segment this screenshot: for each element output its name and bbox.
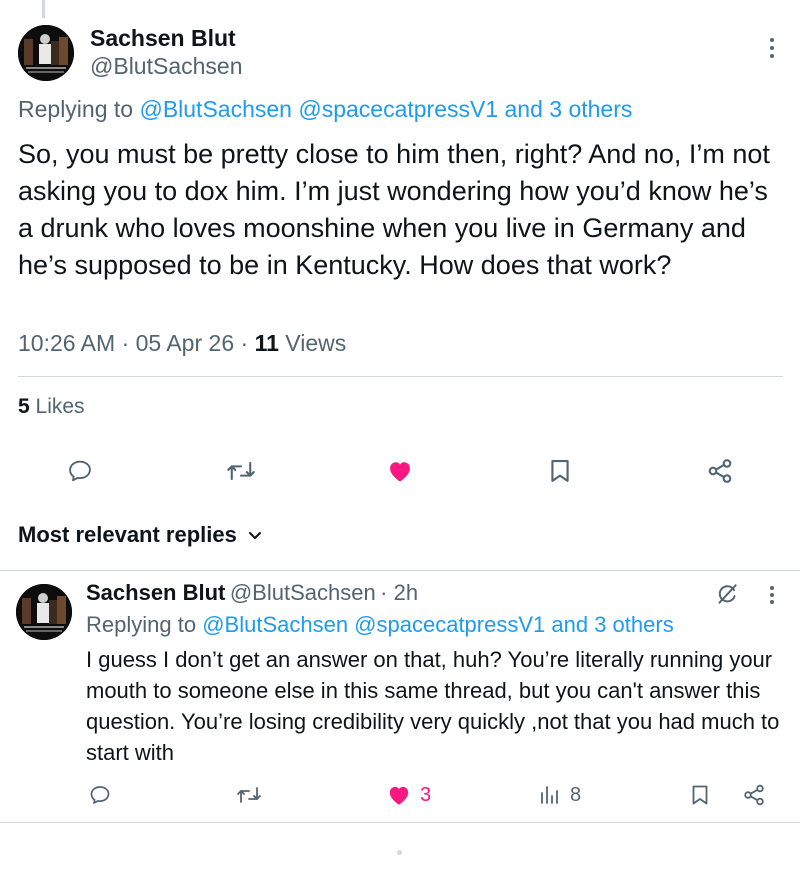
more-icon[interactable] — [762, 36, 782, 60]
author-handle[interactable]: @BlutSachsen — [90, 53, 243, 80]
replying-to-label: Replying to — [18, 96, 134, 122]
avatar[interactable] — [18, 25, 74, 81]
tweet-time[interactable]: 10:26 AM — [18, 330, 115, 356]
replies-sort-dropdown[interactable]: Most relevant replies — [18, 522, 263, 548]
replies-sort-label: Most relevant replies — [18, 522, 237, 547]
reply-header: Sachsen Blut @BlutSachsen · 2h — [86, 580, 418, 606]
reply-icon — [90, 786, 110, 804]
views-count: 11 — [254, 330, 279, 356]
reply-like-button[interactable]: 3 — [386, 782, 431, 808]
reply-reply-button[interactable] — [88, 783, 112, 807]
retweet-icon — [237, 787, 261, 803]
bookmark-button[interactable] — [546, 457, 574, 485]
reply-bookmark-button[interactable] — [688, 783, 712, 807]
share-icon — [708, 459, 732, 483]
reply-replying-to-mentions[interactable]: @BlutSachsen @spacecatpressV1 and 3 othe… — [202, 612, 674, 637]
chevron-down-icon — [248, 532, 261, 539]
reply-views-button[interactable]: 8 — [538, 783, 581, 807]
thread-connector-line — [42, 0, 45, 18]
reply-like-count: 3 — [420, 783, 432, 806]
views-label: Views — [285, 330, 347, 356]
reply-author-handle[interactable]: @BlutSachsen — [230, 580, 376, 605]
divider — [0, 570, 800, 571]
reply-text: I guess I don’t get an answer on that, h… — [86, 647, 780, 765]
retweet-button[interactable] — [226, 457, 256, 485]
heart-icon — [389, 786, 409, 805]
divider — [0, 822, 800, 823]
likes-label: Likes — [35, 395, 85, 418]
reply-replying-to-label: Replying to — [86, 612, 197, 637]
loading-indicator — [397, 850, 402, 855]
replying-to: Replying to @BlutSachsen @spacecatpressV… — [18, 96, 632, 123]
views-icon — [541, 786, 558, 804]
grok-button[interactable] — [714, 581, 740, 607]
reply-view-count: 8 — [570, 783, 582, 806]
likes-count: 5 — [18, 395, 30, 418]
share-icon — [744, 784, 764, 806]
replying-to-mentions[interactable]: @BlutSachsen @spacecatpressV1 and 3 othe… — [139, 96, 632, 122]
reply-replying-to: Replying to @BlutSachsen @spacecatpressV… — [86, 612, 674, 638]
reply-icon — [69, 460, 91, 482]
reply-share-button[interactable] — [742, 783, 766, 807]
heart-icon — [390, 462, 410, 482]
reply-retweet-button[interactable] — [236, 783, 262, 807]
grok-icon — [718, 584, 737, 604]
avatar-image — [16, 584, 72, 640]
reply-avatar[interactable] — [16, 584, 72, 640]
like-button[interactable] — [386, 457, 414, 485]
avatar-image — [18, 25, 74, 81]
tweet-meta: 10:26 AM · 05 Apr 26 · 11 Views — [18, 330, 347, 356]
bookmark-icon — [692, 785, 708, 805]
reply-more-icon[interactable] — [762, 584, 782, 608]
share-button[interactable] — [706, 457, 734, 485]
tweet-date[interactable]: 05 Apr 26 — [136, 330, 234, 356]
reply-button[interactable] — [66, 457, 94, 485]
reply-age[interactable]: · 2h — [380, 580, 418, 605]
author-name[interactable]: Sachsen Blut — [90, 25, 236, 52]
divider — [18, 376, 783, 377]
retweet-icon — [227, 461, 255, 481]
tweet-text: So, you must be pretty close to him then… — [18, 139, 770, 280]
bookmark-icon — [551, 460, 569, 482]
reply-author-name[interactable]: Sachsen Blut — [86, 580, 225, 605]
likes-summary[interactable]: 5 Likes — [18, 395, 85, 419]
